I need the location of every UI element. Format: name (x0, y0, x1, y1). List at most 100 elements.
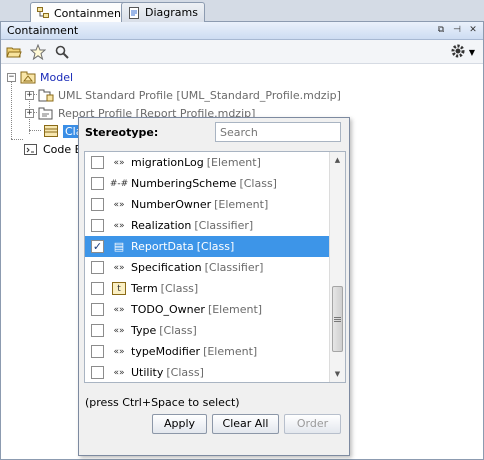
tab-containment[interactable]: Containment (30, 2, 133, 23)
containment-tree-icon (37, 7, 49, 18)
tab-label: Containment (54, 6, 126, 20)
toolbar: ▼ (1, 40, 483, 64)
stereotype-name: migrationLog (131, 156, 204, 169)
model-package-icon (20, 71, 36, 84)
expand-toggle-icon[interactable]: + (25, 108, 34, 118)
stereotype-checkbox[interactable] (91, 345, 104, 358)
stereotype-metaclass: [Class] (239, 177, 277, 190)
stereotype-metaclass: [Element] (207, 303, 263, 316)
stereotype-metaclass: [Element] (214, 198, 269, 211)
stereotype-metaclass: [Class] (159, 324, 197, 337)
tree-item-code-engineering[interactable]: Code E (23, 141, 82, 157)
stereotype-icon: «» (113, 325, 125, 336)
pin-icon[interactable]: ⊣ (451, 24, 463, 36)
tree-item-label: Model (40, 70, 74, 84)
stereotype-item[interactable]: «» NumberOwner [Element] (85, 194, 329, 215)
stereotype-icon: «» (113, 304, 125, 315)
stereotype-metaclass: [Classifier] (204, 261, 264, 274)
stereotype-name: ReportData (131, 240, 194, 253)
close-icon[interactable]: ✕ (467, 24, 479, 36)
stereotype-metaclass: [Class] (160, 282, 199, 295)
profile-package-icon (38, 89, 54, 102)
diagrams-icon (129, 6, 139, 19)
tree-item-label: Code E (43, 142, 82, 156)
code-engineering-icon (24, 144, 37, 155)
stereotype-item[interactable]: «» Specification [Classifier] (85, 257, 329, 278)
stereotype-item[interactable]: t Term [Class] (85, 278, 329, 299)
stereotype-item[interactable]: «» Utility [Class] (85, 362, 329, 382)
stereotype-name: TODO_Owner (131, 303, 205, 316)
containment-tree: − Model + UML Standard Profile [UML_Stan… (1, 64, 483, 156)
stereotype-icon: «» (113, 199, 125, 210)
stereotype-icon: «» (113, 220, 125, 231)
stereotype-icon: «» (113, 262, 125, 273)
stereotype-item[interactable]: «» typeModifier [Element] (85, 341, 329, 362)
stereotype-name: Utility (131, 366, 164, 379)
stereotype-item[interactable]: #-# NumberingScheme [Class] (85, 173, 329, 194)
stereotype-item[interactable]: ✓ ▤ ReportData [Class] (85, 236, 329, 257)
collapse-toggle-icon[interactable]: − (7, 72, 16, 82)
stereotype-popup: Stereotype: «»migrationLog[Element]#-#Nu… (78, 117, 350, 456)
stereotype-checkbox[interactable] (91, 177, 104, 190)
term-icon: t (112, 282, 126, 295)
tab-diagrams[interactable]: Diagrams (121, 2, 205, 22)
stereotype-name: NumberingScheme (131, 177, 237, 190)
stereotype-checkbox[interactable] (91, 156, 104, 169)
stereotype-name: NumberOwner (131, 198, 212, 211)
class-icon (44, 125, 58, 137)
tab-strip: Containment Diagrams (0, 0, 484, 23)
stereotype-checkbox[interactable] (91, 219, 104, 232)
stereotype-icon: «» (113, 346, 125, 357)
stereotype-name: typeModifier (131, 345, 201, 358)
search-input[interactable] (215, 122, 341, 142)
popup-title: Stereotype: (85, 126, 159, 139)
tree-item-uml-standard-profile[interactable]: + UML Standard Profile [UML_Standard_Pro… (25, 87, 341, 103)
report-data-icon: ▤ (113, 240, 125, 253)
stereotype-checkbox[interactable] (91, 366, 104, 379)
panel-header: Containment ⧉ ⊣ ✕ (1, 22, 483, 40)
clear-all-button[interactable]: Clear All (212, 414, 279, 434)
scrollbar[interactable]: ▲ ▼ (329, 152, 345, 382)
gear-icon[interactable] (450, 43, 466, 62)
stereotype-name: Term (131, 282, 158, 295)
profile-package-icon (38, 107, 53, 120)
stereotype-icon: «» (113, 157, 125, 168)
chevron-down-icon[interactable]: ▼ (469, 48, 475, 57)
stereotype-metaclass: [Element] (206, 156, 261, 169)
stereotype-icon: «» (113, 367, 125, 378)
expand-toggle-icon[interactable]: + (25, 90, 34, 100)
stereotype-metaclass: [Element] (203, 345, 258, 358)
open-folder-icon[interactable] (5, 43, 23, 61)
scroll-down-icon[interactable]: ▼ (330, 366, 345, 382)
numbering-scheme-icon: #-# (109, 178, 129, 189)
stereotype-checkbox[interactable] (91, 303, 104, 316)
search-icon[interactable] (53, 43, 71, 61)
order-button[interactable]: Order (284, 414, 341, 434)
tree-item-model[interactable]: − Model (7, 69, 73, 85)
stereotype-checkbox[interactable]: ✓ (91, 240, 104, 253)
scroll-up-icon[interactable]: ▲ (330, 152, 345, 168)
stereotype-item[interactable]: «» Type [Class] (85, 320, 329, 341)
stereotype-checkbox[interactable] (91, 282, 104, 295)
stereotype-checkbox[interactable] (91, 324, 104, 337)
stereotype-metaclass: [Class] (196, 240, 235, 253)
stereotype-metaclass: [Classifier] (194, 219, 254, 232)
panel-title: Containment (7, 24, 79, 37)
stereotype-item[interactable]: «» migrationLog [Element] (85, 152, 329, 173)
stereotype-item[interactable]: «» TODO_Owner [Element] (85, 299, 329, 320)
hint-text: (press Ctrl+Space to select) (85, 396, 240, 409)
tab-label: Diagrams (145, 6, 198, 19)
stereotype-checkbox[interactable] (91, 198, 104, 211)
stereotype-name: Realization (131, 219, 192, 232)
favorite-star-icon[interactable] (29, 43, 47, 61)
undock-icon[interactable]: ⧉ (435, 24, 447, 36)
stereotype-metaclass: [Class] (166, 366, 204, 379)
stereotype-checkbox[interactable] (91, 261, 104, 274)
stereotype-name: Type (131, 324, 157, 337)
apply-button[interactable]: Apply (152, 414, 207, 434)
scroll-thumb[interactable] (332, 286, 343, 352)
stereotype-item[interactable]: «» Realization [Classifier] (85, 215, 329, 236)
stereotype-list: «» migrationLog [Element] #-# NumberingSchem… (84, 151, 346, 383)
tree-item-label: UML Standard Profile [UML_Standard_Profi… (58, 88, 341, 102)
stereotype-name: Specification (131, 261, 202, 274)
